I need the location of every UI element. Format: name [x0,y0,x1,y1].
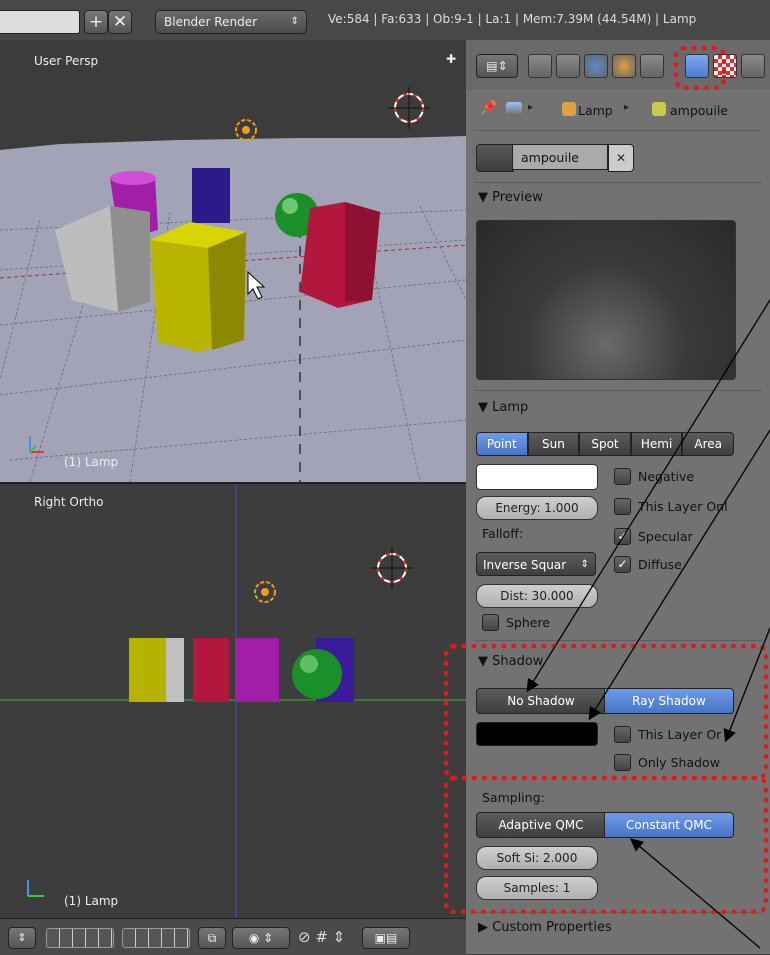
annotation-arrows [526,299,770,949]
